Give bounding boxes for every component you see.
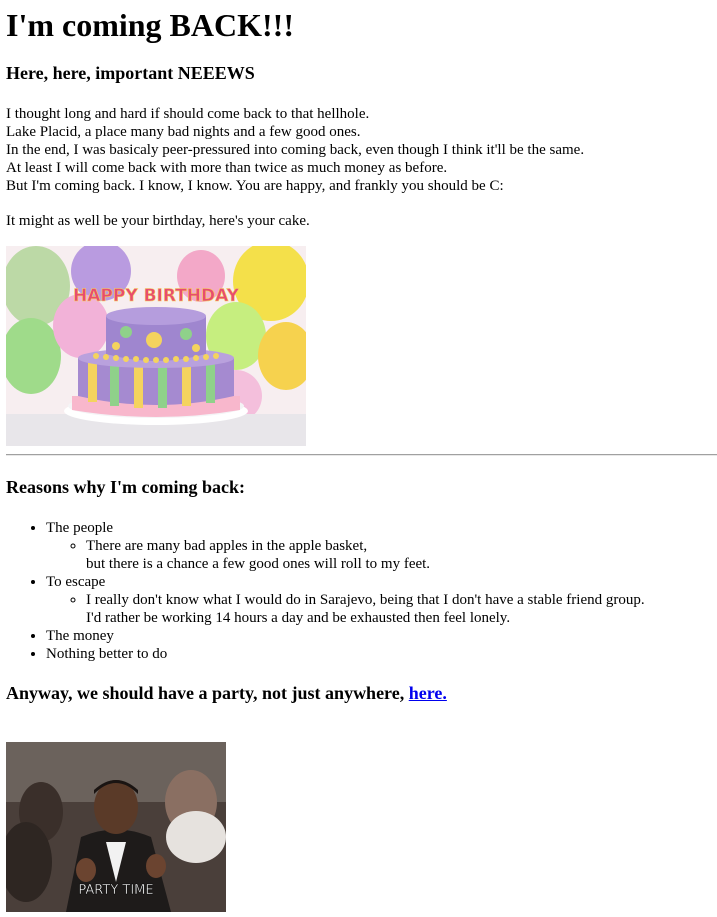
news-paragraph: I thought long and hard if should come b… <box>6 105 711 195</box>
reason-detail-line: There are many bad apples in the apple b… <box>86 538 368 554</box>
page-content: I'm coming BACK!!! Here, here, important… <box>0 0 717 912</box>
reason-label: Nothing better to do <box>46 646 168 662</box>
news-heading: Here, here, important NEEEWS <box>6 63 255 83</box>
reason-detail: I really don't know what I would do in S… <box>86 591 711 627</box>
cake-caption: It might as well be your birthday, here'… <box>6 213 310 229</box>
birthday-cake-image: HAPPY BIRTHDAY <box>6 246 306 446</box>
reason-label: The money <box>46 628 114 644</box>
reasons-list: The people There are many bad apples in … <box>6 519 711 663</box>
news-line: Lake Placid, a place many bad nights and… <box>6 124 361 140</box>
news-line: I thought long and hard if should come b… <box>6 106 370 122</box>
reason-label: The people <box>46 520 114 536</box>
reason-detail-line: but there is a chance a few good ones wi… <box>86 556 431 572</box>
reason-sublist: There are many bad apples in the apple b… <box>46 537 711 573</box>
party-heading: Anyway, we should have a party, not just… <box>6 683 711 704</box>
reason-detail-line: I really don't know what I would do in S… <box>86 592 645 608</box>
reason-label: To escape <box>46 574 106 590</box>
page-title: I'm coming BACK!!! <box>6 7 294 43</box>
cake-topper-text: HAPPY BIRTHDAY <box>73 286 240 306</box>
gif-caption: PARTY TIME <box>78 883 153 898</box>
reason-detail: There are many bad apples in the apple b… <box>86 537 711 573</box>
reason-detail-line: I'd rather be working 14 hours a day and… <box>86 610 511 626</box>
news-line: At least I will come back with more than… <box>6 160 448 176</box>
reason-sublist: I really don't know what I would do in S… <box>46 591 711 627</box>
party-location-link[interactable]: here. <box>409 683 447 703</box>
party-time-gif: PARTY TIME <box>6 742 226 912</box>
section-divider <box>6 454 717 456</box>
reason-item: Nothing better to do <box>46 645 711 663</box>
reason-item: To escape I really don't know what I wou… <box>46 573 711 627</box>
reason-item: The people There are many bad apples in … <box>46 519 711 573</box>
reasons-heading: Reasons why I'm coming back: <box>6 477 246 497</box>
party-heading-text: Anyway, we should have a party, not just… <box>6 683 409 703</box>
news-line: But I'm coming back. I know, I know. You… <box>6 178 504 194</box>
news-line: In the end, I was basicaly peer-pressure… <box>6 142 585 158</box>
reason-item: The money <box>46 627 711 645</box>
